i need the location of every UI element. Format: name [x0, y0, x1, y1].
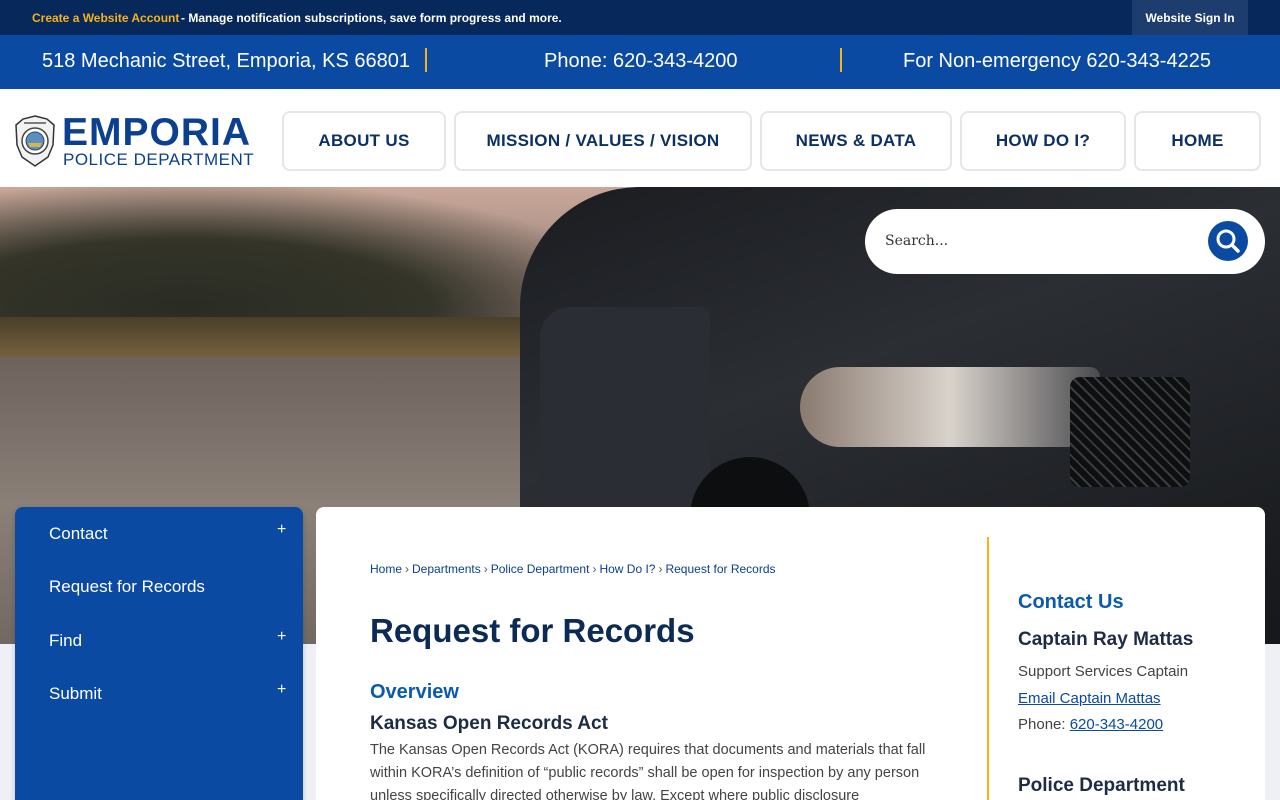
- column-divider: [987, 537, 989, 800]
- search-icon: [1216, 229, 1240, 253]
- side-navigation: Contact + Request for Records Find + Sub…: [15, 507, 303, 800]
- breadcrumb-home[interactable]: Home: [370, 562, 402, 576]
- search-box: [865, 209, 1265, 274]
- expand-submit-icon[interactable]: +: [277, 681, 286, 699]
- main-content-card: Home › Departments › Police Department › How D…: [316, 507, 1265, 800]
- site-header: EMPORIA POLICE DEPARTMENT ABOUT US MISSI…: [0, 89, 1280, 187]
- phone-text: Phone: 620-343-4200: [544, 50, 738, 72]
- top-utility-bar: Create a Website Account - Manage notifi…: [0, 0, 1280, 35]
- nav-news-data[interactable]: NEWS & DATA: [760, 111, 952, 171]
- police-badge-icon: [15, 115, 55, 167]
- expand-contact-icon[interactable]: +: [277, 521, 286, 539]
- nav-about-us[interactable]: ABOUT US: [282, 111, 446, 171]
- nav-home[interactable]: HOME: [1134, 111, 1261, 171]
- contact-us-heading: Contact Us: [1018, 591, 1124, 613]
- kora-body-text: The Kansas Open Records Act (KORA) requi…: [370, 742, 926, 800]
- breadcrumb-police-department[interactable]: Police Department: [491, 562, 590, 576]
- breadcrumb-how-do-i[interactable]: How Do I?: [599, 562, 655, 576]
- contact-email-link[interactable]: Email Captain Mattas: [1018, 690, 1161, 707]
- breadcrumb: Home › Departments › Police Department › How D…: [370, 562, 776, 576]
- kora-heading: Kansas Open Records Act: [370, 713, 608, 734]
- site-logo[interactable]: EMPORIA POLICE DEPARTMENT: [14, 111, 259, 169]
- police-department-heading: Police Department: [1018, 775, 1185, 796]
- create-account-description: - Manage notification subscriptions, sav…: [181, 11, 562, 25]
- nav-how-do-i[interactable]: HOW DO I?: [960, 111, 1126, 171]
- page-title: Request for Records: [370, 612, 695, 649]
- contact-phone: Phone: 620-343-4200: [1018, 716, 1163, 733]
- logo-department: POLICE DEPARTMENT: [63, 150, 255, 169]
- divider: [425, 48, 427, 72]
- search-input[interactable]: [885, 229, 1185, 253]
- expand-find-icon[interactable]: +: [277, 628, 286, 646]
- overview-heading: Overview: [370, 681, 459, 703]
- create-account-link[interactable]: Create a Website Account: [32, 11, 179, 25]
- sidebar-item-contact[interactable]: Contact: [49, 524, 108, 544]
- contact-role: Support Services Captain: [1018, 663, 1189, 680]
- logo-name: EMPORIA: [62, 111, 252, 154]
- breadcrumb-current[interactable]: Request for Records: [665, 562, 775, 576]
- search-button[interactable]: [1208, 221, 1248, 261]
- nav-mission-values-vision[interactable]: MISSION / VALUES / VISION: [454, 111, 752, 171]
- breadcrumb-departments[interactable]: Departments: [412, 562, 481, 576]
- sidebar-item-submit[interactable]: Submit: [49, 684, 102, 704]
- divider: [840, 48, 842, 72]
- contact-phone-link[interactable]: 620-343-4200: [1070, 716, 1163, 733]
- contact-phone-label: Phone:: [1018, 716, 1070, 733]
- contact-info-bar: 518 Mechanic Street, Emporia, KS 66801 P…: [0, 35, 1280, 89]
- nonemergency-text: For Non-emergency 620-343-4225: [903, 50, 1211, 72]
- sidebar-item-request-for-records[interactable]: Request for Records: [49, 577, 205, 597]
- sidebar-item-find[interactable]: Find: [49, 631, 82, 651]
- address-text: 518 Mechanic Street, Emporia, KS 66801: [42, 50, 410, 72]
- contact-name: Captain Ray Mattas: [1018, 629, 1194, 650]
- website-sign-in-button[interactable]: Website Sign In: [1132, 0, 1248, 35]
